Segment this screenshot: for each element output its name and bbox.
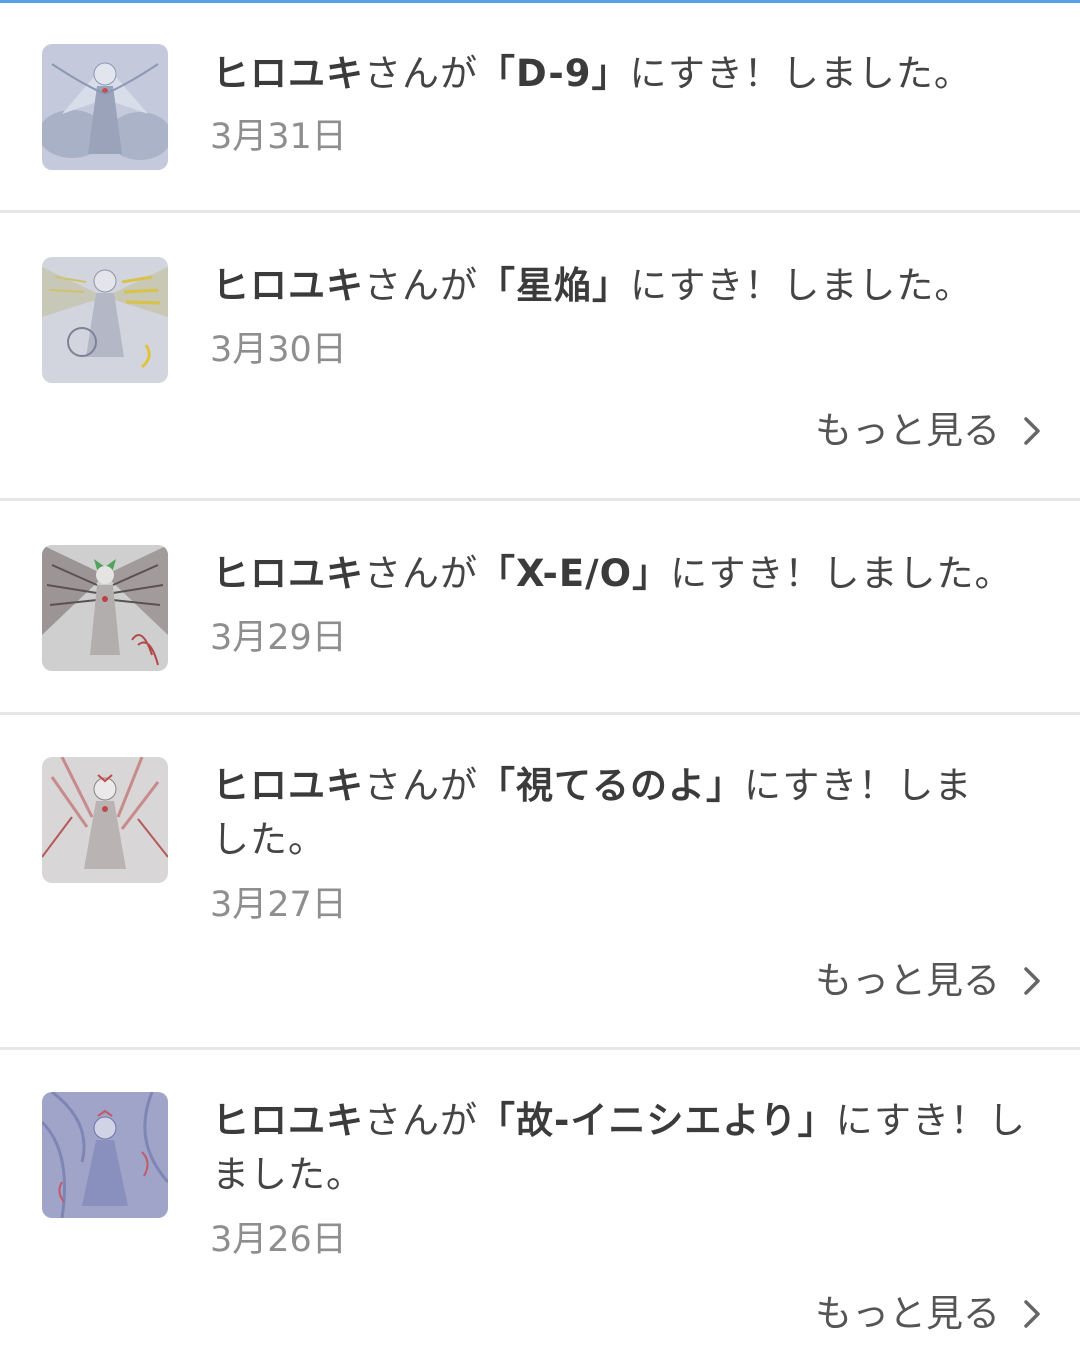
artwork-thumbnail[interactable] — [42, 545, 168, 671]
notification-item[interactable]: ヒロユキさんが「故-イニシエより」にすき！しました。 3月26日 もっと見る — [0, 1050, 1080, 1369]
notification-message: ヒロユキさんが「D-9」にすき！しました。 — [212, 52, 972, 95]
notification-date: 3月27日 — [210, 885, 347, 925]
more-link[interactable]: もっと見る — [815, 409, 1042, 453]
notification-date: 3月26日 — [210, 1220, 347, 1260]
artwork-thumbnail[interactable] — [42, 44, 168, 170]
notification-date: 3月29日 — [210, 618, 347, 658]
more-link[interactable]: もっと見る — [815, 959, 1042, 1003]
notification-item[interactable]: ヒロユキさんが「視てるのよ」にすき！しました。 3月27日 もっと見る — [0, 715, 1080, 1047]
artwork-thumbnail[interactable] — [42, 1092, 168, 1218]
artwork-thumbnail[interactable] — [42, 757, 168, 883]
more-link-label: もっと見る — [815, 1292, 1000, 1335]
notification-message: ヒロユキさんが「故-イニシエより」にすき！しました。 — [212, 1099, 1026, 1196]
more-link[interactable]: もっと見る — [815, 1292, 1042, 1336]
chevron-right-icon — [1024, 1300, 1040, 1328]
notification-item[interactable]: ヒロユキさんが「X-E/O」にすき！しました。 3月29日 — [0, 501, 1080, 712]
notification-item[interactable]: ヒロユキさんが「星焔」にすき！しました。 3月30日 もっと見る — [0, 213, 1080, 498]
notification-item[interactable]: ヒロユキさんが「D-9」にすき！しました。 3月31日 — [0, 3, 1080, 210]
artwork-thumbnail[interactable] — [42, 257, 168, 383]
notification-date: 3月30日 — [210, 330, 347, 370]
notification-message: ヒロユキさんが「視てるのよ」にすき！しました。 — [212, 764, 973, 861]
notification-message: ヒロユキさんが「星焔」にすき！しました。 — [212, 264, 973, 307]
notification-date: 3月31日 — [210, 117, 347, 157]
more-link-label: もっと見る — [815, 959, 1000, 1002]
notification-message: ヒロユキさんが「X-E/O」にすき！しました。 — [212, 552, 1013, 595]
chevron-right-icon — [1024, 417, 1040, 445]
chevron-right-icon — [1024, 967, 1040, 995]
more-link-label: もっと見る — [815, 409, 1000, 452]
